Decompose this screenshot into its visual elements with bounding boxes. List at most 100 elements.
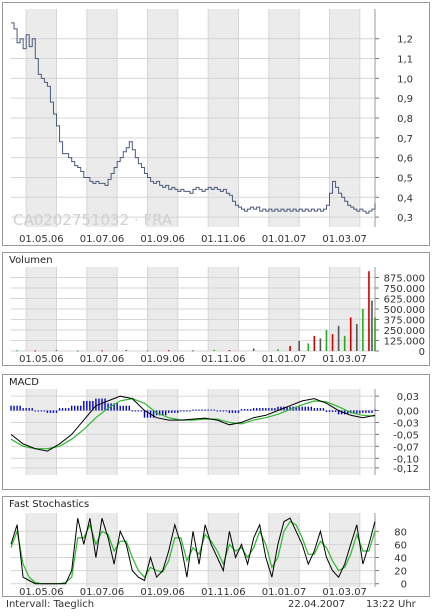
macd-histogram-bar: [107, 403, 109, 411]
y-tick-label: 750.000: [384, 284, 425, 295]
macd-histogram-bar: [356, 410, 358, 414]
y-tick-label: 375.000: [384, 316, 425, 327]
macd-histogram-bar: [80, 405, 82, 411]
x-tick-label: 01.11.06: [201, 234, 246, 245]
month-band: [86, 513, 118, 587]
macd-histogram-bar: [368, 410, 370, 413]
macd-histogram-bar: [165, 410, 167, 416]
macd-histogram-bar: [171, 410, 173, 413]
macd-histogram-bar: [371, 410, 373, 413]
y-tick-label: -0,07: [393, 442, 419, 453]
macd-histogram-bar: [234, 410, 237, 413]
y-tick-label: 20: [394, 567, 407, 578]
macd-histogram-bar: [131, 410, 134, 412]
volume-panel: Volumen 01.05.06 01.07.06 01.09.06 01.11.06…: [2, 252, 430, 366]
macd-histogram-bar: [180, 410, 182, 412]
macd-histogram-bar: [186, 410, 188, 412]
macd-histogram-bar: [252, 408, 255, 411]
macd-histogram-bar: [322, 408, 325, 411]
macd-chart: 0,030,00-0,03-0,05-0,07-0,10-0,12: [10, 389, 419, 475]
macd-histogram-bar: [55, 410, 58, 413]
month-band: [329, 513, 360, 587]
macd-histogram-bar: [168, 410, 170, 413]
macd-histogram-bar: [58, 408, 61, 411]
macd-histogram-bar: [249, 409, 252, 411]
macd-histogram-bar: [104, 398, 106, 411]
macd-histogram-bar: [125, 405, 127, 411]
macd-histogram-bar: [77, 405, 79, 411]
volume-bar: [146, 350, 149, 352]
macd-histogram-bar: [40, 410, 43, 412]
macd-histogram-bar: [74, 405, 76, 411]
y-tick-label: 875.000: [384, 274, 425, 285]
macd-histogram-bar: [307, 406, 309, 411]
x-tick-label: 01.01.07: [262, 587, 307, 598]
macd-histogram-bar: [101, 398, 103, 411]
volume-bar: [343, 335, 346, 351]
macd-histogram-bar: [298, 406, 300, 411]
volume-bar: [331, 334, 334, 351]
watermark: CA0202751032 · FRA: [13, 211, 173, 229]
macd-histogram-bar: [237, 410, 240, 413]
macd-panel: MACD 0,03 0,00 -0,03 -0,05 -0,07 -0,10 -0,12: [2, 374, 430, 490]
x-tick-label: 01.05.06: [19, 354, 64, 365]
x-tick-label: 01.09.06: [140, 234, 185, 245]
macd-histogram-bar: [25, 408, 27, 411]
y-tick-label: 125.000: [384, 337, 425, 348]
macd-histogram-bar: [207, 409, 209, 411]
macd-histogram-bar: [328, 410, 331, 412]
macd-histogram-bar: [304, 406, 306, 411]
macd-histogram-bar: [256, 408, 258, 411]
macd-histogram-bar: [231, 410, 234, 413]
macd-histogram-bar: [83, 400, 85, 411]
volume-bar: [289, 345, 291, 351]
stochastics-chart: 01.05.06 01.07.06 01.09.06 01.11.06 01.01.07…: [10, 513, 407, 598]
macd-histogram-bar: [10, 405, 12, 411]
price-panel: 01.05.06 01.07.06 01.09.06 01.11.06 01.01.07…: [2, 2, 430, 246]
stochastics-k-line: [10, 517, 376, 585]
y-tick-label: 625.000: [384, 295, 425, 306]
y-tick-label: 0,00: [397, 407, 419, 418]
x-tick-label: 01.05.06: [19, 587, 64, 598]
macd-histogram-bar: [192, 409, 194, 411]
macd-signal-line: [10, 397, 376, 450]
macd-histogram-bar: [316, 408, 319, 411]
volume-bar: [192, 350, 194, 352]
macd-histogram-bar: [37, 410, 39, 412]
x-tick-label: 01.03.07: [322, 587, 367, 598]
y-tick-label: 0,6: [397, 154, 413, 165]
volume-bar: [16, 350, 18, 352]
volume-bar: [213, 349, 216, 351]
month-band: [26, 513, 57, 587]
volume-bar: [337, 325, 340, 351]
macd-histogram-bar: [134, 410, 137, 412]
macd-histogram-bar: [128, 405, 130, 411]
month-band: [329, 389, 360, 475]
macd-histogram-bar: [262, 408, 264, 411]
y-tick-label: 0,3: [397, 213, 413, 224]
macd-histogram-bar: [49, 410, 52, 413]
volume-bar: [252, 348, 255, 351]
macd-histogram-bar: [259, 408, 261, 411]
y-tick-label: 0: [419, 347, 425, 358]
macd-histogram-bar: [43, 410, 46, 412]
x-tick-label: 01.11.06: [201, 354, 246, 365]
month-band: [26, 389, 57, 475]
macd-histogram-bar: [271, 408, 273, 411]
macd-histogram-bar: [210, 409, 212, 411]
month-band: [268, 389, 300, 475]
month-band: [147, 389, 178, 475]
x-tick-label: 01.03.07: [322, 234, 367, 245]
macd-histogram-bar: [119, 405, 121, 411]
macd-histogram-bar: [28, 408, 30, 411]
macd-histogram-bar: [16, 405, 18, 411]
volume-bar: [34, 350, 37, 352]
macd-histogram-bar: [46, 410, 49, 413]
macd-histogram-bar: [137, 410, 140, 412]
macd-histogram-bar: [64, 408, 67, 411]
interval-label: Intervall: Taeglich: [6, 599, 95, 610]
y-tick-label: 1,0: [397, 74, 413, 85]
x-tick-label: 01.01.07: [262, 234, 307, 245]
y-tick-label: 500.000: [384, 305, 425, 316]
volume-bar: [307, 343, 310, 351]
